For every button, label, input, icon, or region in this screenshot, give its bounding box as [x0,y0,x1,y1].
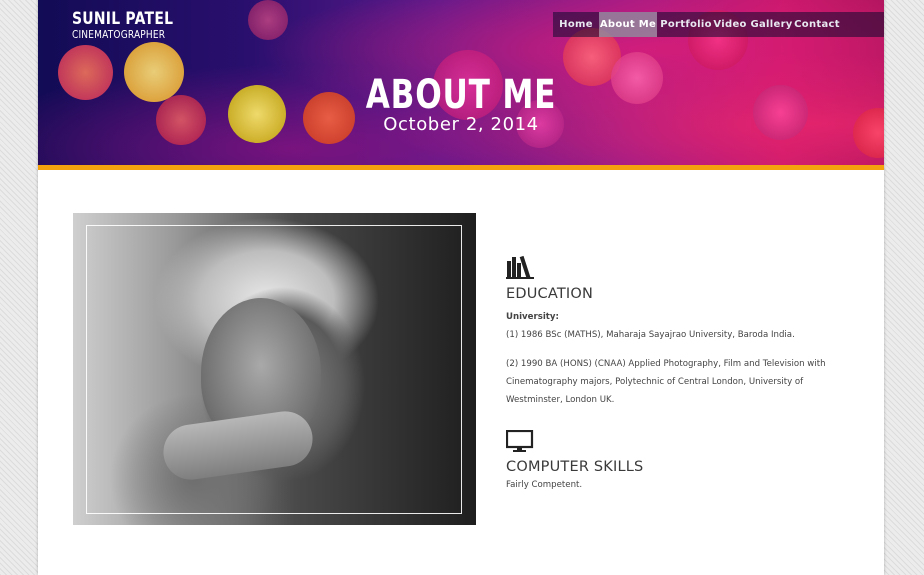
site-logo[interactable]: SUNIL PATEL CINEMATOGRAPHER [72,9,195,42]
accent-stripe [38,165,884,170]
main-nav: Home About Me Portfolio Video Gallery Co… [553,12,884,37]
bokeh-light [248,0,288,40]
nav-item-home[interactable]: Home [553,12,599,37]
university-label: University: [506,312,559,322]
skills-heading: COMPUTER SKILLS [506,459,644,475]
portrait-photo [73,213,476,525]
page-title: ABOUT ME [365,72,557,118]
nav-item-video-gallery[interactable]: Video Gallery [713,12,792,37]
photo-frame [86,225,462,514]
nav-item-portfolio[interactable]: Portfolio [657,12,715,37]
education-section: EDUCATION University: (1) 1986 BSc (MATH… [506,253,826,409]
education-entry-2-line-3: Westminster, London UK. [506,395,615,405]
education-heading: EDUCATION [506,286,594,302]
education-entry-2-line-1: (2) 1990 BA (HONS) (CNAA) Applied Photog… [506,359,826,369]
books-icon [506,255,534,279]
site-name: SUNIL PATEL [72,9,174,29]
site-tagline: CINEMATOGRAPHER [72,29,166,41]
education-entry-2-line-2: Cinematography majors, Polytechnic of Ce… [506,377,804,387]
page-container: SUNIL PATEL CINEMATOGRAPHER Home About M… [38,0,884,575]
hero-banner: SUNIL PATEL CINEMATOGRAPHER Home About M… [38,0,884,165]
monitor-icon [506,430,534,452]
skills-text: Fairly Competent. [506,480,583,490]
post-date: October 2, 2014 [383,114,539,135]
bokeh-light [58,45,113,100]
education-entry-1: (1) 1986 BSc (MATHS), Maharaja Sayajrao … [506,330,795,340]
nav-item-about-me[interactable]: About Me [599,12,657,37]
nav-item-contact[interactable]: Contact [791,12,843,37]
skills-section: COMPUTER SKILLS Fairly Competent. [506,430,643,494]
